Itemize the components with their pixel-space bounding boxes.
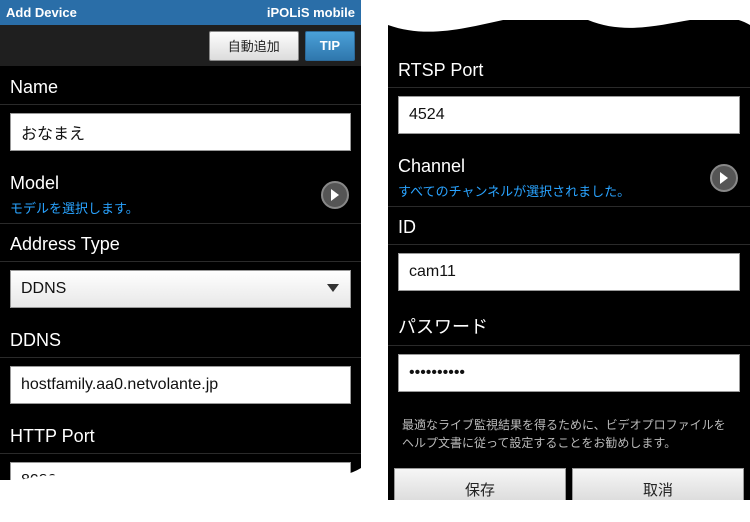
- password-value: ••••••••••: [409, 364, 465, 382]
- save-button[interactable]: 保存: [394, 468, 566, 500]
- address-type-value: DDNS: [21, 280, 66, 298]
- section-id: ID: [388, 207, 750, 245]
- section-rtsp-port: RTSP Port: [388, 50, 750, 88]
- action-bar: 保存 取消: [388, 468, 750, 500]
- channel-label: Channel: [398, 156, 630, 177]
- right-panel: RTSP Port 4524 Channel すべてのチャンネルが選択されました…: [388, 20, 750, 500]
- save-label: 保存: [465, 479, 495, 500]
- ddns-label: DDNS: [10, 330, 351, 351]
- password-label: パスワード: [398, 313, 740, 339]
- password-input[interactable]: ••••••••••: [398, 354, 740, 392]
- auto-add-label: 自動追加: [228, 36, 280, 55]
- section-channel[interactable]: Channel すべてのチャンネルが選択されました。: [388, 146, 750, 207]
- model-hint: モデルを選択します。: [10, 198, 139, 217]
- name-value: おなまえ: [21, 120, 85, 144]
- chevron-right-icon[interactable]: [321, 181, 349, 209]
- chevron-right-icon[interactable]: [710, 164, 738, 192]
- section-address-type: Address Type: [0, 224, 361, 262]
- title-right: iPOLiS mobile: [267, 5, 355, 20]
- model-label: Model: [10, 173, 139, 194]
- address-type-label: Address Type: [10, 234, 351, 255]
- section-http-port: HTTP Port: [0, 416, 361, 454]
- toolbar: 自動追加 TIP: [0, 25, 361, 67]
- title-left: Add Device: [6, 5, 77, 20]
- http-port-label: HTTP Port: [10, 426, 351, 447]
- name-label: Name: [10, 77, 351, 98]
- dropdown-caret-icon: [326, 280, 340, 298]
- section-name: Name: [0, 67, 361, 105]
- ddns-input[interactable]: hostfamily.aa0.netvolante.jp: [10, 366, 351, 404]
- address-type-select[interactable]: DDNS: [10, 270, 351, 308]
- cancel-button[interactable]: 取消: [572, 468, 744, 500]
- rtsp-port-label: RTSP Port: [398, 60, 740, 81]
- http-port-value: 8080: [21, 472, 57, 480]
- titlebar: Add Device iPOLiS mobile: [0, 0, 361, 25]
- tip-label: TIP: [320, 38, 340, 53]
- panel-spacer: [388, 20, 750, 50]
- id-label: ID: [398, 217, 740, 238]
- tip-button[interactable]: TIP: [305, 31, 355, 61]
- ddns-value: hostfamily.aa0.netvolante.jp: [21, 376, 218, 394]
- channel-hint: すべてのチャンネルが選択されました。: [398, 181, 630, 200]
- section-model[interactable]: Model モデルを選択します。: [0, 163, 361, 224]
- cancel-label: 取消: [643, 479, 673, 500]
- auto-add-button[interactable]: 自動追加: [209, 31, 299, 61]
- id-input[interactable]: cam11: [398, 253, 740, 291]
- section-password: パスワード: [388, 303, 750, 346]
- help-text: 最適なライブ監視結果を得るために、ビデオプロファイルをヘルプ文書に従って設定する…: [388, 404, 750, 468]
- id-value: cam11: [409, 263, 456, 281]
- name-input[interactable]: おなまえ: [10, 113, 351, 151]
- rtsp-port-input[interactable]: 4524: [398, 96, 740, 134]
- http-port-input[interactable]: 8080: [10, 462, 351, 480]
- rtsp-port-value: 4524: [409, 106, 445, 124]
- left-panel: Add Device iPOLiS mobile 自動追加 TIP Name お…: [0, 0, 361, 480]
- section-ddns: DDNS: [0, 320, 361, 358]
